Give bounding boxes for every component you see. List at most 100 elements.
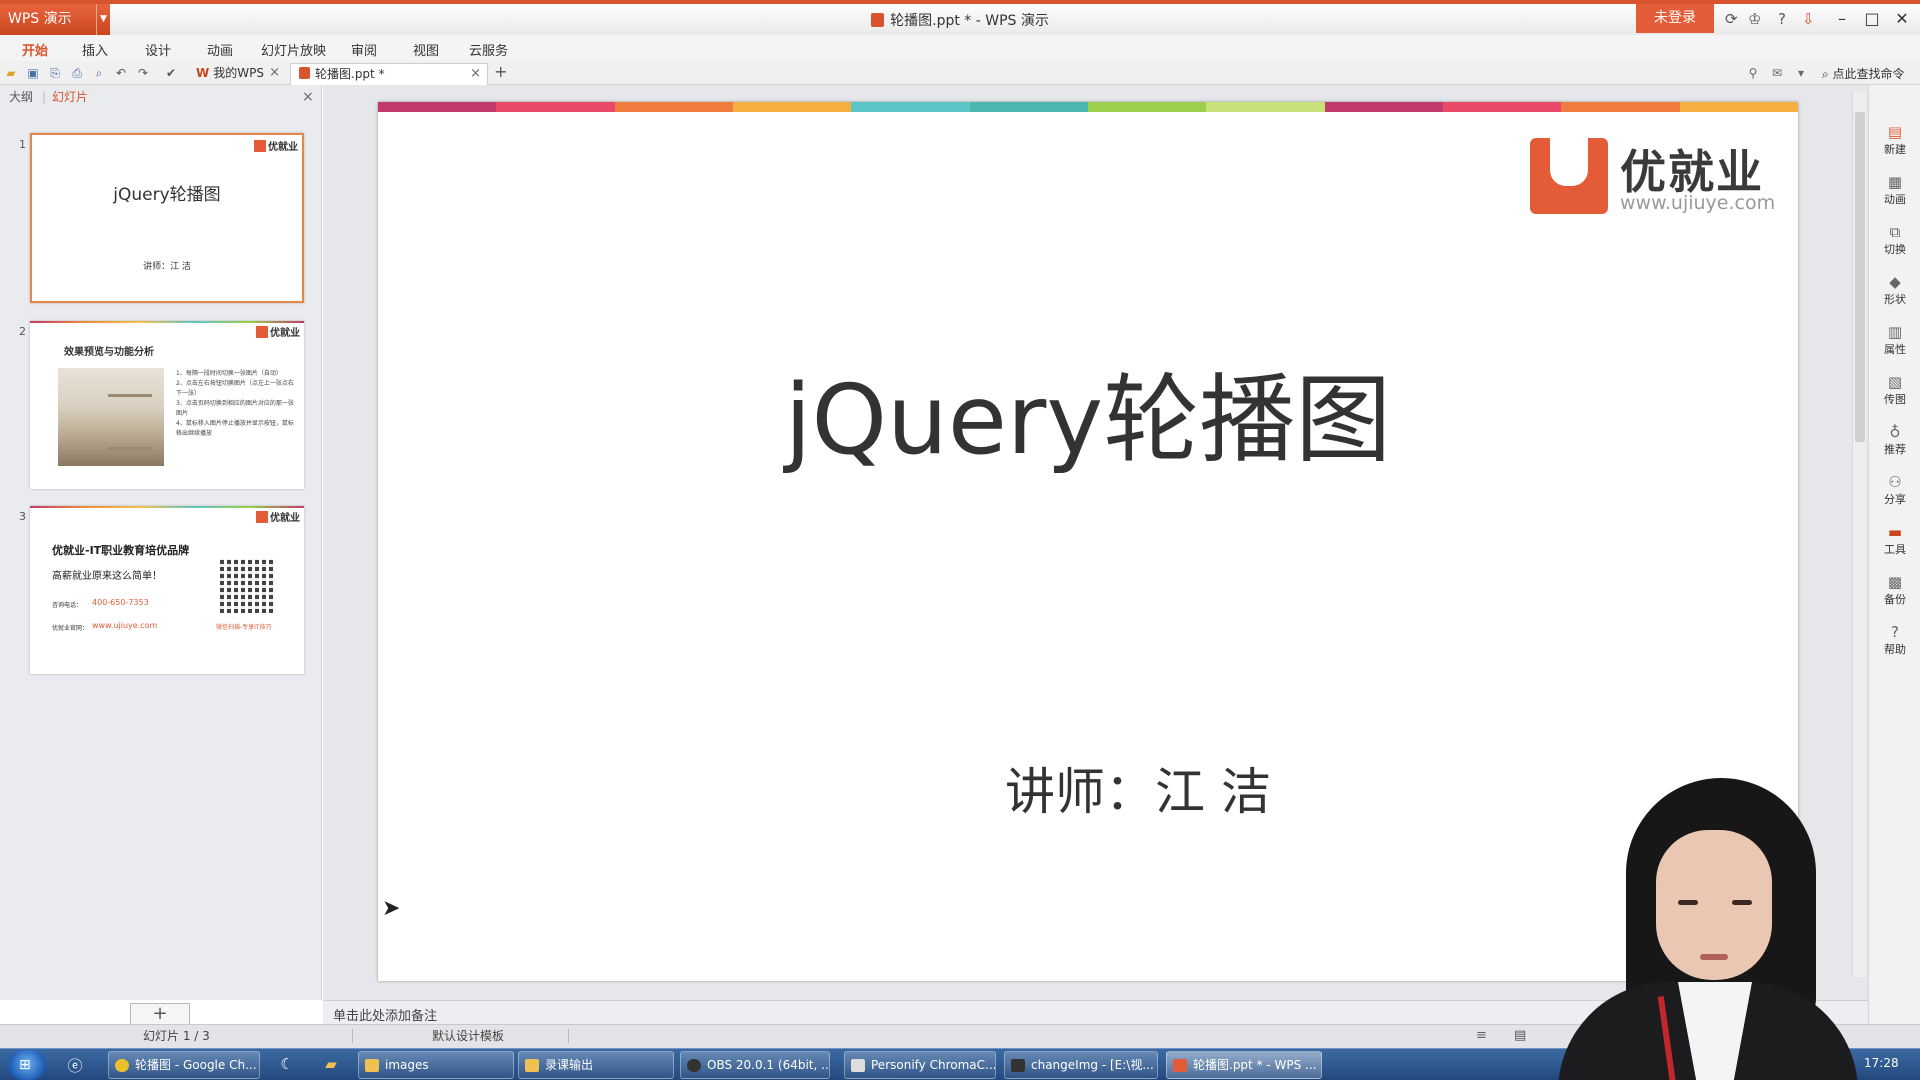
presenter-eye-shape <box>1732 900 1752 905</box>
slide-number: 1 <box>19 138 26 151</box>
tab-outline[interactable]: 大纲 <box>9 85 33 109</box>
menu-insert[interactable]: 插入 <box>82 40 108 59</box>
mouse-cursor-icon: ➤ <box>382 896 401 921</box>
slide-thumbnail-3[interactable]: 优就业 优就业-IT职业教育培优品牌 高薪就业原来这么简单！ 咨询电话： 400… <box>30 506 304 674</box>
pane-transition[interactable]: ⧉ 切换 <box>1869 223 1920 257</box>
pane-properties[interactable]: ▥ 属性 <box>1869 323 1920 357</box>
menu-bar: 开始 插入 设计 动画 幻灯片放映 审阅 视图 云服务 <box>0 35 1920 61</box>
pane-help-label: 帮助 <box>1884 643 1906 656</box>
format-painter-icon[interactable]: ✔ <box>164 66 178 80</box>
close-pane-button[interactable]: × <box>302 85 314 109</box>
slide-thumbnail-1[interactable]: 优就业 jQuery轮播图 讲师：江 洁 <box>30 133 304 303</box>
pane-transition-label: 切换 <box>1884 243 1906 256</box>
add-slide-button[interactable]: + <box>130 1003 190 1025</box>
system-clock[interactable]: 17:28 <box>1864 1056 1899 1070</box>
tab-my-wps[interactable]: W 我的WPS × <box>188 63 286 85</box>
folder-icon[interactable]: ▰ <box>320 1055 342 1075</box>
print-preview-icon[interactable]: ⌕ <box>92 66 106 80</box>
pane-backup[interactable]: ▩ 备份 <box>1869 573 1920 607</box>
collapse-ribbon-icon[interactable]: ▾ <box>1794 66 1808 80</box>
menu-home[interactable]: 开始 <box>22 40 48 59</box>
redo-icon[interactable]: ↷ <box>136 66 150 80</box>
login-button[interactable]: 未登录 <box>1636 4 1714 33</box>
notes-view-icon[interactable]: ≡ <box>1476 1025 1487 1047</box>
stripe-segment <box>1324 102 1443 112</box>
mail-icon[interactable]: ✉ <box>1770 66 1784 80</box>
menu-slideshow[interactable]: 幻灯片放映 <box>261 40 326 59</box>
open-folder-icon[interactable]: ▰ <box>4 66 18 80</box>
taskbar-item-obs[interactable]: OBS 20.0.1 (64bit, ... <box>680 1051 830 1079</box>
taskbar-item-label: OBS 20.0.1 (64bit, ... <box>707 1058 830 1072</box>
minimize-icon[interactable]: – <box>1828 8 1856 30</box>
export-icon[interactable]: ⎘ <box>48 66 62 80</box>
taskbar-item-personify[interactable]: Personify ChromaC... <box>844 1051 996 1079</box>
close-icon[interactable]: × <box>470 64 481 84</box>
menu-review[interactable]: 审阅 <box>351 40 377 59</box>
tab-slides[interactable]: 幻灯片 <box>52 85 88 109</box>
pane-shape[interactable]: ◆ 形状 <box>1869 273 1920 307</box>
recommend-icon: ♁ <box>1889 423 1901 441</box>
pane-recommend[interactable]: ♁ 推荐 <box>1869 423 1920 457</box>
pane-share[interactable]: ⚇ 分享 <box>1869 473 1920 507</box>
chrome-icon <box>115 1059 129 1072</box>
template-name[interactable]: 默认设计模板 <box>432 1025 504 1047</box>
help-icon: ? <box>1891 623 1899 641</box>
taskbar-item-label: Personify ChromaC... <box>871 1058 996 1072</box>
menu-design[interactable]: 设计 <box>145 40 171 59</box>
save-icon[interactable]: ▣ <box>26 66 40 80</box>
new-file-icon: ▤ <box>1887 123 1903 141</box>
menu-animation[interactable]: 动画 <box>207 40 233 59</box>
thumb-logo: 优就业 <box>256 324 300 339</box>
pane-animation[interactable]: ▦ 动画 <box>1869 173 1920 207</box>
stripe-segment <box>614 102 733 112</box>
presenter-webcam-overlay <box>1538 770 1868 1080</box>
properties-icon: ▥ <box>1887 323 1903 341</box>
pane-new[interactable]: ▤ 新建 <box>1869 123 1920 157</box>
menu-view[interactable]: 视图 <box>413 40 439 59</box>
color-stripe <box>30 321 304 323</box>
shirt-icon[interactable]: ♔ <box>1748 10 1761 28</box>
undo-icon[interactable]: ↶ <box>114 66 128 80</box>
menu-cloud[interactable]: 云服务 <box>469 40 508 59</box>
stripe-segment <box>378 102 497 112</box>
pane-shape-label: 形状 <box>1884 293 1906 306</box>
pin-icon[interactable]: ⚲ <box>1746 66 1760 80</box>
skin-icon[interactable]: ⟳ <box>1725 10 1738 28</box>
pane-help[interactable]: ? 帮助 <box>1869 623 1920 657</box>
wps-icon <box>1173 1059 1187 1072</box>
print-icon[interactable]: ⎙ <box>70 66 84 80</box>
taskbar-item-wps[interactable]: 轮播图.ppt * - WPS ... <box>1166 1051 1322 1079</box>
new-tab-button[interactable]: + <box>494 62 507 81</box>
command-search[interactable]: ⌕ 点此查找命令 <box>1822 65 1905 82</box>
thumb-title: 效果预览与功能分析 <box>64 347 154 358</box>
pane-animation-label: 动画 <box>1884 193 1906 206</box>
taskbar-item-editor[interactable]: changeImg - [E:\视... <box>1004 1051 1158 1079</box>
tab-document-label: 轮播图.ppt * <box>315 67 385 81</box>
pane-upload-image[interactable]: ▧ 传图 <box>1869 373 1920 407</box>
edge-icon[interactable]: ☾ <box>276 1055 298 1075</box>
start-button[interactable]: ⊞ <box>8 1050 46 1080</box>
download-icon[interactable]: ⇩ <box>1802 10 1815 28</box>
slide-title[interactable]: jQuery轮播图 <box>378 342 1798 481</box>
help-menu-button[interactable]: ? <box>1778 10 1786 28</box>
taskbar-item-images[interactable]: images <box>358 1051 514 1079</box>
close-icon[interactable]: ✕ <box>1888 8 1916 30</box>
stripe-segment <box>1206 102 1325 112</box>
taskbar-item-recording[interactable]: 录课输出 <box>518 1051 674 1079</box>
stripe-segment <box>1679 102 1798 112</box>
close-icon[interactable]: × <box>269 63 280 83</box>
thumb-logo: 优就业 <box>254 138 298 153</box>
slide-thumbnail-2[interactable]: 优就业 效果预览与功能分析 1、每隔一段时间切换一张图片（自动） 2、点击左右按… <box>30 321 304 489</box>
maximize-icon[interactable]: □ <box>1858 8 1886 30</box>
presenter-mouth-shape <box>1700 954 1728 960</box>
pane-tools[interactable]: ▬ 工具 <box>1869 523 1920 557</box>
normal-view-icon[interactable]: ▤ <box>1514 1025 1526 1047</box>
status-divider <box>352 1029 353 1043</box>
thumb-slogan: 高薪就业原来这么简单！ <box>52 571 162 582</box>
tab-document[interactable]: 轮播图.ppt * × <box>290 63 488 85</box>
stripe-segment <box>851 102 970 112</box>
pane-recommend-label: 推荐 <box>1884 443 1906 456</box>
ie-icon[interactable]: ⓔ <box>64 1055 86 1075</box>
taskbar-item-chrome[interactable]: 轮播图 - Google Ch... <box>108 1051 260 1079</box>
scrollbar-thumb[interactable] <box>1855 112 1865 442</box>
